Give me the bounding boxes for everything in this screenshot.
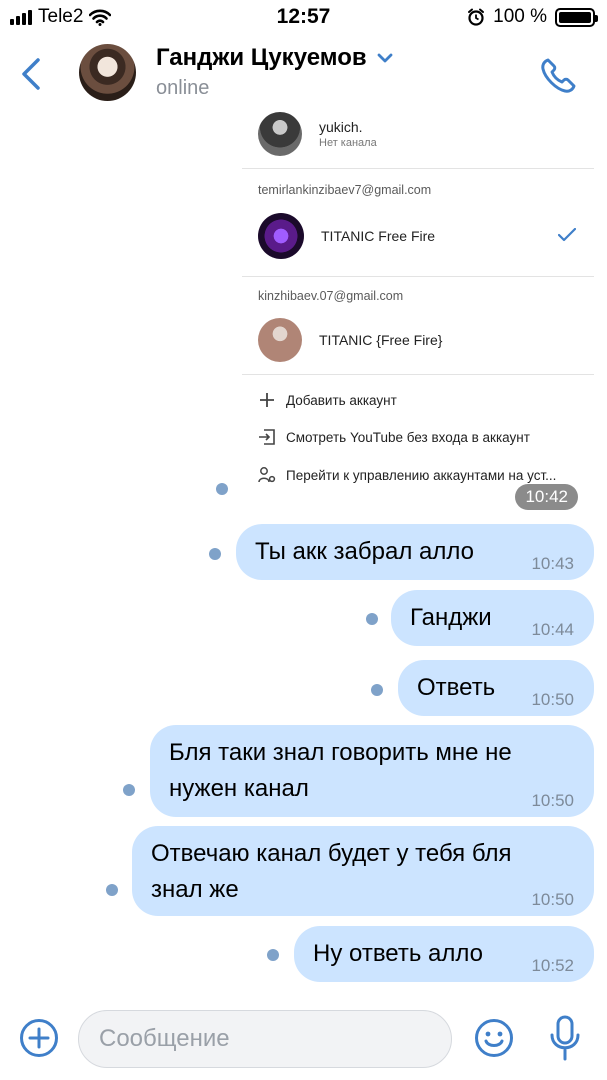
menu-item-label: Перейти к управлению аккаунтами на уст..… bbox=[286, 467, 557, 483]
contact-name: Ганджи Цукуемов bbox=[156, 44, 367, 71]
account-title: yukich. bbox=[319, 119, 363, 135]
account-email: temirlankinzibaev7@gmail.com bbox=[258, 183, 432, 197]
microphone-icon bbox=[550, 1015, 580, 1061]
unread-dot bbox=[209, 548, 221, 560]
message-bubble[interactable]: Ответь 10:50 bbox=[398, 660, 594, 716]
account-avatar bbox=[258, 318, 302, 362]
message-bubble[interactable]: Отвечаю канал будет у тебя бля знал же 1… bbox=[132, 826, 594, 916]
account-row: TITANIC Free Fire bbox=[258, 213, 435, 259]
contact-name-button[interactable]: Ганджи Цукуемов bbox=[156, 44, 393, 72]
account-avatar bbox=[258, 112, 302, 156]
message-time: 10:50 bbox=[531, 791, 574, 810]
plus-circle-icon bbox=[20, 1019, 58, 1057]
message-bubble[interactable]: Ты акк забрал алло 10:43 bbox=[236, 524, 594, 580]
contact-avatar[interactable] bbox=[79, 44, 136, 101]
menu-item-add-account: Добавить аккаунт bbox=[258, 391, 397, 409]
message-bubble[interactable]: Ганджи 10:44 bbox=[391, 590, 594, 646]
chevron-left-icon bbox=[22, 58, 40, 90]
message-time: 10:50 bbox=[531, 890, 574, 909]
manage-accounts-icon bbox=[258, 466, 276, 484]
alarm-icon bbox=[468, 8, 485, 26]
battery-icon bbox=[555, 7, 598, 27]
emoji-button[interactable] bbox=[474, 1018, 514, 1058]
message-text-line: Бля таки знал говорить мне не bbox=[169, 739, 512, 766]
account-subtitle: Нет канала bbox=[319, 137, 377, 149]
unread-dot bbox=[366, 613, 378, 625]
check-icon bbox=[558, 228, 576, 242]
account-row: yukich. Нет канала bbox=[258, 112, 377, 156]
menu-item-manage-accounts: Перейти к управлению аккаунтами на уст..… bbox=[258, 466, 556, 484]
message-time: 10:43 bbox=[531, 554, 574, 573]
chevron-down-icon bbox=[377, 53, 393, 63]
signout-icon bbox=[258, 428, 276, 446]
battery-percent: 100 % bbox=[493, 6, 547, 27]
unread-dot bbox=[371, 684, 383, 696]
voice-message-button[interactable] bbox=[548, 1014, 582, 1062]
message-time: 10:50 bbox=[531, 690, 574, 709]
contact-status: online bbox=[156, 77, 210, 99]
battery-level bbox=[559, 11, 591, 23]
message-time: 10:52 bbox=[531, 956, 574, 975]
divider bbox=[242, 168, 594, 169]
message-text-line: нужен канал bbox=[169, 775, 309, 802]
menu-item-label: Добавить аккаунт bbox=[286, 392, 397, 408]
unread-dot bbox=[106, 884, 118, 896]
smiley-icon bbox=[475, 1019, 513, 1057]
account-avatar bbox=[258, 213, 304, 259]
menu-item-signout: Смотреть YouTube без входа в аккаунт bbox=[258, 428, 530, 446]
unread-dot bbox=[123, 784, 135, 796]
unread-dot bbox=[216, 483, 228, 495]
phone-icon bbox=[541, 58, 576, 93]
composer bbox=[0, 1000, 607, 1080]
account-email: kinzhibaev.07@gmail.com bbox=[258, 289, 404, 303]
status-bar-right: 100 % bbox=[467, 6, 598, 28]
message-text-line: Отвечаю канал будет у тебя бля bbox=[151, 840, 512, 867]
attach-button[interactable] bbox=[19, 1018, 59, 1058]
unread-dot bbox=[267, 949, 279, 961]
call-button[interactable] bbox=[536, 54, 580, 98]
account-title: TITANIC {Free Fire} bbox=[319, 332, 443, 348]
message-bubble[interactable]: Бля таки знал говорить мне не нужен кана… bbox=[150, 725, 594, 817]
chat-header: Ганджи Цукуемов online bbox=[0, 36, 607, 116]
message-time: 10:44 bbox=[531, 620, 574, 639]
plus-icon bbox=[258, 391, 276, 409]
status-bar: Tele2 12:57 100 % bbox=[0, 0, 607, 36]
message-text-line: знал же bbox=[151, 876, 239, 903]
menu-item-label: Смотреть YouTube без входа в аккаунт bbox=[286, 429, 530, 445]
image-message[interactable]: yukich. Нет канала temirlankinzibaev7@gm… bbox=[242, 108, 594, 518]
account-row: TITANIC {Free Fire} bbox=[258, 318, 442, 362]
back-button[interactable] bbox=[14, 54, 50, 94]
divider bbox=[242, 374, 594, 375]
account-title: TITANIC Free Fire bbox=[321, 228, 436, 244]
divider bbox=[242, 276, 594, 277]
message-time: 10:42 bbox=[515, 484, 578, 510]
message-bubble[interactable]: Ну ответь алло 10:52 bbox=[294, 926, 594, 982]
message-input[interactable] bbox=[78, 1010, 452, 1068]
